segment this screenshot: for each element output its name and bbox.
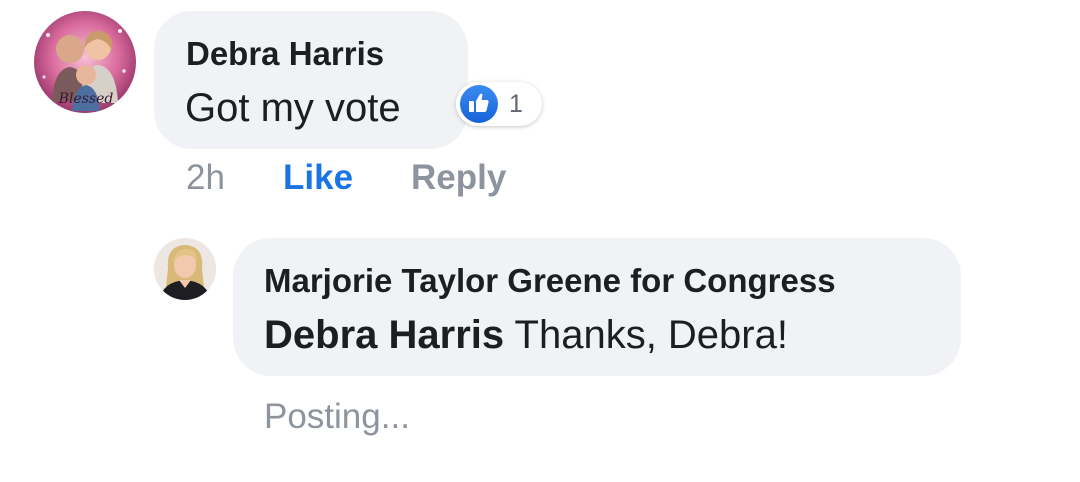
commenter-avatar[interactable]: Blessed bbox=[34, 11, 136, 113]
reply-author-avatar[interactable] bbox=[154, 238, 216, 300]
reply-text-line: Debra Harris Thanks, Debra! bbox=[264, 313, 788, 358]
mention-link[interactable]: Debra Harris bbox=[264, 313, 504, 357]
like-button[interactable]: Like bbox=[283, 158, 353, 198]
comment-author-link[interactable]: Debra Harris bbox=[186, 35, 384, 73]
reply-author-link[interactable]: Marjorie Taylor Greene for Congress bbox=[264, 262, 836, 300]
reaction-count: 1 bbox=[509, 90, 523, 118]
reply-text: Thanks, Debra! bbox=[504, 313, 788, 357]
reply-bubble: Marjorie Taylor Greene for Congress Debr… bbox=[233, 238, 961, 376]
reaction-summary[interactable]: 1 bbox=[456, 82, 542, 126]
reply-button[interactable]: Reply bbox=[411, 158, 506, 198]
comment-timestamp[interactable]: 2h bbox=[186, 158, 225, 198]
comment-text: Got my vote bbox=[185, 86, 401, 130]
comment-bubble: Debra Harris Got my vote bbox=[154, 11, 468, 149]
thumbs-up-icon bbox=[460, 85, 498, 123]
avatar-caption: Blessed bbox=[58, 91, 114, 107]
avatar-photo-icon bbox=[154, 238, 216, 300]
comment-thread: Blessed Debra Harris Got my vote 1 2h Li… bbox=[0, 0, 1080, 482]
posting-status: Posting... bbox=[264, 397, 410, 436]
